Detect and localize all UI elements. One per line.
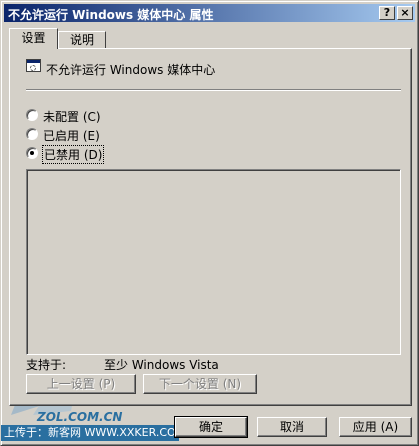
settings-panel: 不允许运行 Windows 媒体中心 未配置 (C) 已启用 (E) 已禁用 (… — [9, 48, 412, 406]
policy-setting-icon — [26, 59, 41, 72]
previous-setting-button[interactable]: 上一设置 (P) — [26, 374, 136, 394]
cancel-button[interactable]: 取消 — [257, 417, 327, 437]
ok-button[interactable]: 确定 — [174, 416, 248, 438]
radio-button[interactable] — [26, 128, 38, 140]
supported-on-value: 至少 Windows Vista — [104, 358, 219, 372]
properties-dialog: 不允许运行 Windows 媒体中心 属性 ? × 设置 说明 不允许运行 Wi… — [0, 0, 419, 446]
title-bar[interactable]: 不允许运行 Windows 媒体中心 属性 ? × — [4, 4, 415, 22]
close-button[interactable]: × — [397, 6, 413, 20]
radio-label: 已启用 (E) — [43, 129, 100, 143]
policy-name: 不允许运行 Windows 媒体中心 — [46, 63, 216, 77]
next-setting-button[interactable]: 下一个设置 (N) — [143, 374, 257, 394]
tab-explain-label: 说明 — [69, 33, 94, 47]
comment-box[interactable] — [26, 169, 401, 355]
tab-explain[interactable]: 说明 — [58, 31, 106, 48]
supported-on-label: 支持于: — [26, 358, 67, 372]
radio-button[interactable] — [26, 109, 38, 121]
watermark-caption: 上传于：新客网 WWW.XXKER.COM — [1, 425, 185, 441]
radio-dot-icon — [30, 151, 34, 155]
help-button[interactable]: ? — [379, 6, 395, 20]
radio-label: 未配置 (C) — [43, 110, 101, 124]
apply-button[interactable]: 应用 (A) — [339, 417, 412, 437]
tab-settings[interactable]: 设置 — [9, 28, 58, 49]
divider — [26, 89, 401, 91]
tab-settings-label: 设置 — [21, 31, 46, 45]
watermark-site: ZOL.COM.CN — [37, 410, 123, 424]
window-title: 不允许运行 Windows 媒体中心 属性 — [8, 8, 214, 22]
radio-button-selected[interactable] — [26, 147, 38, 159]
radio-label: 已禁用 (D) — [41, 145, 105, 164]
